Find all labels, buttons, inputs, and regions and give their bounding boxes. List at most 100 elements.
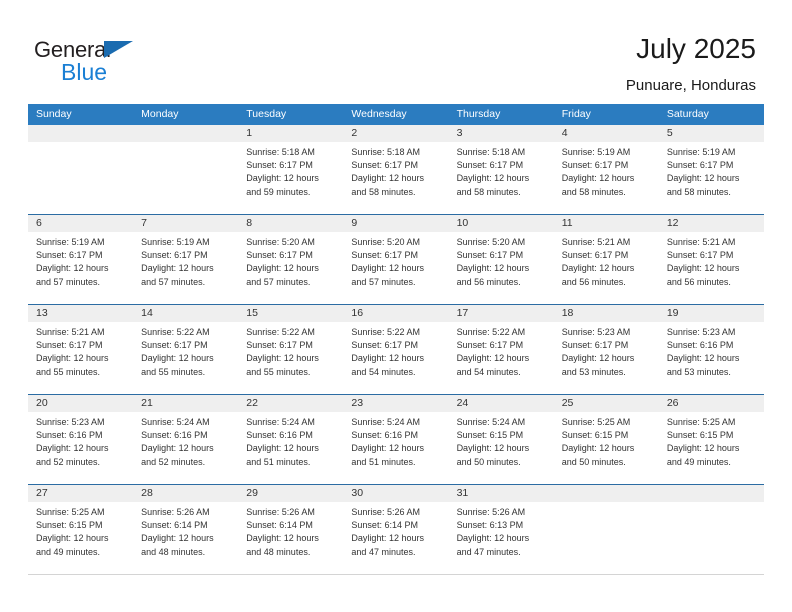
day-number-26[interactable]: 26 [659, 395, 764, 412]
day-number-28[interactable]: 28 [133, 485, 238, 502]
day-detail-line: Sunset: 6:16 PM [351, 430, 418, 441]
day-detail-line: and 55 minutes. [141, 366, 206, 377]
day-number-11[interactable]: 11 [554, 215, 659, 232]
day-detail-line: Daylight: 12 hours [666, 353, 740, 364]
day-number-band: 20 21 22 23 24 25 26 [28, 395, 764, 412]
day-cell-23[interactable]: Sunrise: 5:24 AM Sunset: 6:16 PM Daylight:… [343, 412, 448, 484]
day-number-31[interactable]: 31 [449, 485, 554, 502]
day-number-band: 6 7 8 9 10 11 12 [28, 215, 764, 232]
day-cell-19[interactable]: Sunrise: 5:23 AM Sunset: 6:16 PM Daylight:… [659, 322, 764, 394]
day-cell-empty [28, 142, 133, 214]
day-detail-line: and 58 minutes. [351, 186, 416, 197]
day-cell-26[interactable]: Sunrise: 5:25 AM Sunset: 6:15 PM Daylight:… [659, 412, 764, 484]
day-cell-13[interactable]: Sunrise: 5:21 AM Sunset: 6:17 PM Daylight:… [28, 322, 133, 394]
day-number-4[interactable]: 4 [554, 125, 659, 142]
day-number-15[interactable]: 15 [238, 305, 343, 322]
day-cell-20[interactable]: Sunrise: 5:23 AM Sunset: 6:16 PM Daylight:… [28, 412, 133, 484]
general-blue-logo[interactable]: General Blue [34, 38, 174, 88]
day-number-8[interactable]: 8 [238, 215, 343, 232]
day-detail-line: Daylight: 12 hours [666, 263, 740, 274]
day-number-19[interactable]: 19 [659, 305, 764, 322]
day-cell-empty [659, 502, 764, 574]
day-number-10[interactable]: 10 [449, 215, 554, 232]
day-detail-line: Sunrise: 5:21 AM [36, 327, 105, 337]
day-number-band: 27 28 29 30 31 [28, 485, 764, 502]
day-cell-27[interactable]: Sunrise: 5:25 AM Sunset: 6:15 PM Daylight:… [28, 502, 133, 574]
day-number-1[interactable]: 1 [238, 125, 343, 142]
day-number-2[interactable]: 2 [343, 125, 448, 142]
page-title: July 2025 [636, 33, 756, 64]
day-cell-11[interactable]: Sunrise: 5:21 AM Sunset: 6:17 PM Daylight:… [554, 232, 659, 304]
day-cell-18[interactable]: Sunrise: 5:23 AM Sunset: 6:17 PM Daylight:… [554, 322, 659, 394]
day-cell-30[interactable]: Sunrise: 5:26 AM Sunset: 6:14 PM Daylight:… [343, 502, 448, 574]
day-cell-8[interactable]: Sunrise: 5:20 AM Sunset: 6:17 PM Daylight:… [238, 232, 343, 304]
day-number-25[interactable]: 25 [554, 395, 659, 412]
day-number-22[interactable]: 22 [238, 395, 343, 412]
day-detail-line: Sunset: 6:17 PM [666, 250, 734, 261]
logo-triangle-icon [104, 41, 133, 58]
day-cell-1[interactable]: Sunrise: 5:18 AM Sunset: 6:17 PM Daylight:… [238, 142, 343, 214]
day-detail-line: Sunrise: 5:22 AM [456, 327, 526, 337]
day-cell-3[interactable]: Sunrise: 5:18 AM Sunset: 6:17 PM Daylight:… [449, 142, 554, 214]
day-cell-9[interactable]: Sunrise: 5:20 AM Sunset: 6:17 PM Daylight:… [343, 232, 448, 304]
day-detail-line: Sunrise: 5:20 AM [456, 237, 526, 247]
day-detail-line: and 55 minutes. [246, 366, 311, 377]
day-number-24[interactable]: 24 [449, 395, 554, 412]
day-cell-15[interactable]: Sunrise: 5:22 AM Sunset: 6:17 PM Daylight:… [238, 322, 343, 394]
day-number-20[interactable]: 20 [28, 395, 133, 412]
day-cell-22[interactable]: Sunrise: 5:24 AM Sunset: 6:16 PM Daylight:… [238, 412, 343, 484]
day-cell-21[interactable]: Sunrise: 5:24 AM Sunset: 6:16 PM Daylight:… [133, 412, 238, 484]
weekday-header-sunday: Sunday [36, 108, 72, 120]
day-cell-24[interactable]: Sunrise: 5:24 AM Sunset: 6:15 PM Daylight:… [449, 412, 554, 484]
day-detail-line: Sunset: 6:16 PM [666, 340, 734, 351]
day-detail-line: Daylight: 12 hours [246, 533, 319, 544]
day-detail-line: Daylight: 12 hours [246, 173, 319, 184]
day-number-17[interactable]: 17 [449, 305, 554, 322]
day-cell-2[interactable]: Sunrise: 5:18 AM Sunset: 6:17 PM Daylight:… [343, 142, 448, 214]
day-detail-line: and 49 minutes. [666, 456, 731, 467]
day-cell-5[interactable]: Sunrise: 5:19 AM Sunset: 6:17 PM Daylight:… [659, 142, 764, 214]
day-detail-line: Sunrise: 5:26 AM [246, 507, 315, 517]
day-cell-17[interactable]: Sunrise: 5:22 AM Sunset: 6:17 PM Daylight:… [449, 322, 554, 394]
day-cell-25[interactable]: Sunrise: 5:25 AM Sunset: 6:15 PM Daylight:… [554, 412, 659, 484]
day-detail-line: Sunrise: 5:22 AM [351, 327, 420, 337]
day-cell-7[interactable]: Sunrise: 5:19 AM Sunset: 6:17 PM Daylight:… [133, 232, 238, 304]
day-detail-line: Daylight: 12 hours [666, 173, 740, 184]
day-detail-line: Sunrise: 5:19 AM [561, 147, 631, 157]
day-detail-line: Sunset: 6:14 PM [141, 520, 208, 531]
day-cell-10[interactable]: Sunrise: 5:20 AM Sunset: 6:17 PM Daylight:… [449, 232, 554, 304]
day-number-18[interactable]: 18 [554, 305, 659, 322]
day-cell-29[interactable]: Sunrise: 5:26 AM Sunset: 6:14 PM Daylight:… [238, 502, 343, 574]
day-number-12[interactable]: 12 [659, 215, 764, 232]
day-detail-line: and 50 minutes. [561, 456, 626, 467]
day-number-30[interactable]: 30 [343, 485, 448, 502]
day-number-5[interactable]: 5 [659, 125, 764, 142]
day-number-7[interactable]: 7 [133, 215, 238, 232]
day-detail-line: Sunset: 6:17 PM [141, 250, 208, 261]
day-detail-line: and 53 minutes. [561, 366, 626, 377]
day-number-23[interactable]: 23 [343, 395, 448, 412]
day-cell-6[interactable]: Sunrise: 5:19 AM Sunset: 6:17 PM Daylight:… [28, 232, 133, 304]
day-detail-line: Sunset: 6:14 PM [351, 520, 418, 531]
calendar-page: General Blue July 2025 Punuare, Honduras… [0, 0, 792, 612]
day-number-14[interactable]: 14 [133, 305, 238, 322]
day-number-6[interactable]: 6 [28, 215, 133, 232]
day-detail-line: and 52 minutes. [141, 456, 206, 467]
day-detail-line: Sunset: 6:17 PM [351, 160, 418, 171]
day-number-13[interactable]: 13 [28, 305, 133, 322]
day-number-21[interactable]: 21 [133, 395, 238, 412]
day-detail-line: and 47 minutes. [351, 546, 416, 557]
day-number-9[interactable]: 9 [343, 215, 448, 232]
day-number-3[interactable]: 3 [449, 125, 554, 142]
day-number-29[interactable]: 29 [238, 485, 343, 502]
day-cell-31[interactable]: Sunrise: 5:26 AM Sunset: 6:13 PM Daylight:… [449, 502, 554, 574]
day-detail-line: Sunrise: 5:19 AM [141, 237, 210, 247]
day-cell-4[interactable]: Sunrise: 5:19 AM Sunset: 6:17 PM Daylight:… [554, 142, 659, 214]
day-cell-28[interactable]: Sunrise: 5:26 AM Sunset: 6:14 PM Daylight:… [133, 502, 238, 574]
day-number-27[interactable]: 27 [28, 485, 133, 502]
day-cell-16[interactable]: Sunrise: 5:22 AM Sunset: 6:17 PM Daylight:… [343, 322, 448, 394]
day-cell-14[interactable]: Sunrise: 5:22 AM Sunset: 6:17 PM Daylight:… [133, 322, 238, 394]
day-cell-12[interactable]: Sunrise: 5:21 AM Sunset: 6:17 PM Daylight:… [659, 232, 764, 304]
day-number-16[interactable]: 16 [343, 305, 448, 322]
day-detail-line: Daylight: 12 hours [351, 443, 424, 454]
